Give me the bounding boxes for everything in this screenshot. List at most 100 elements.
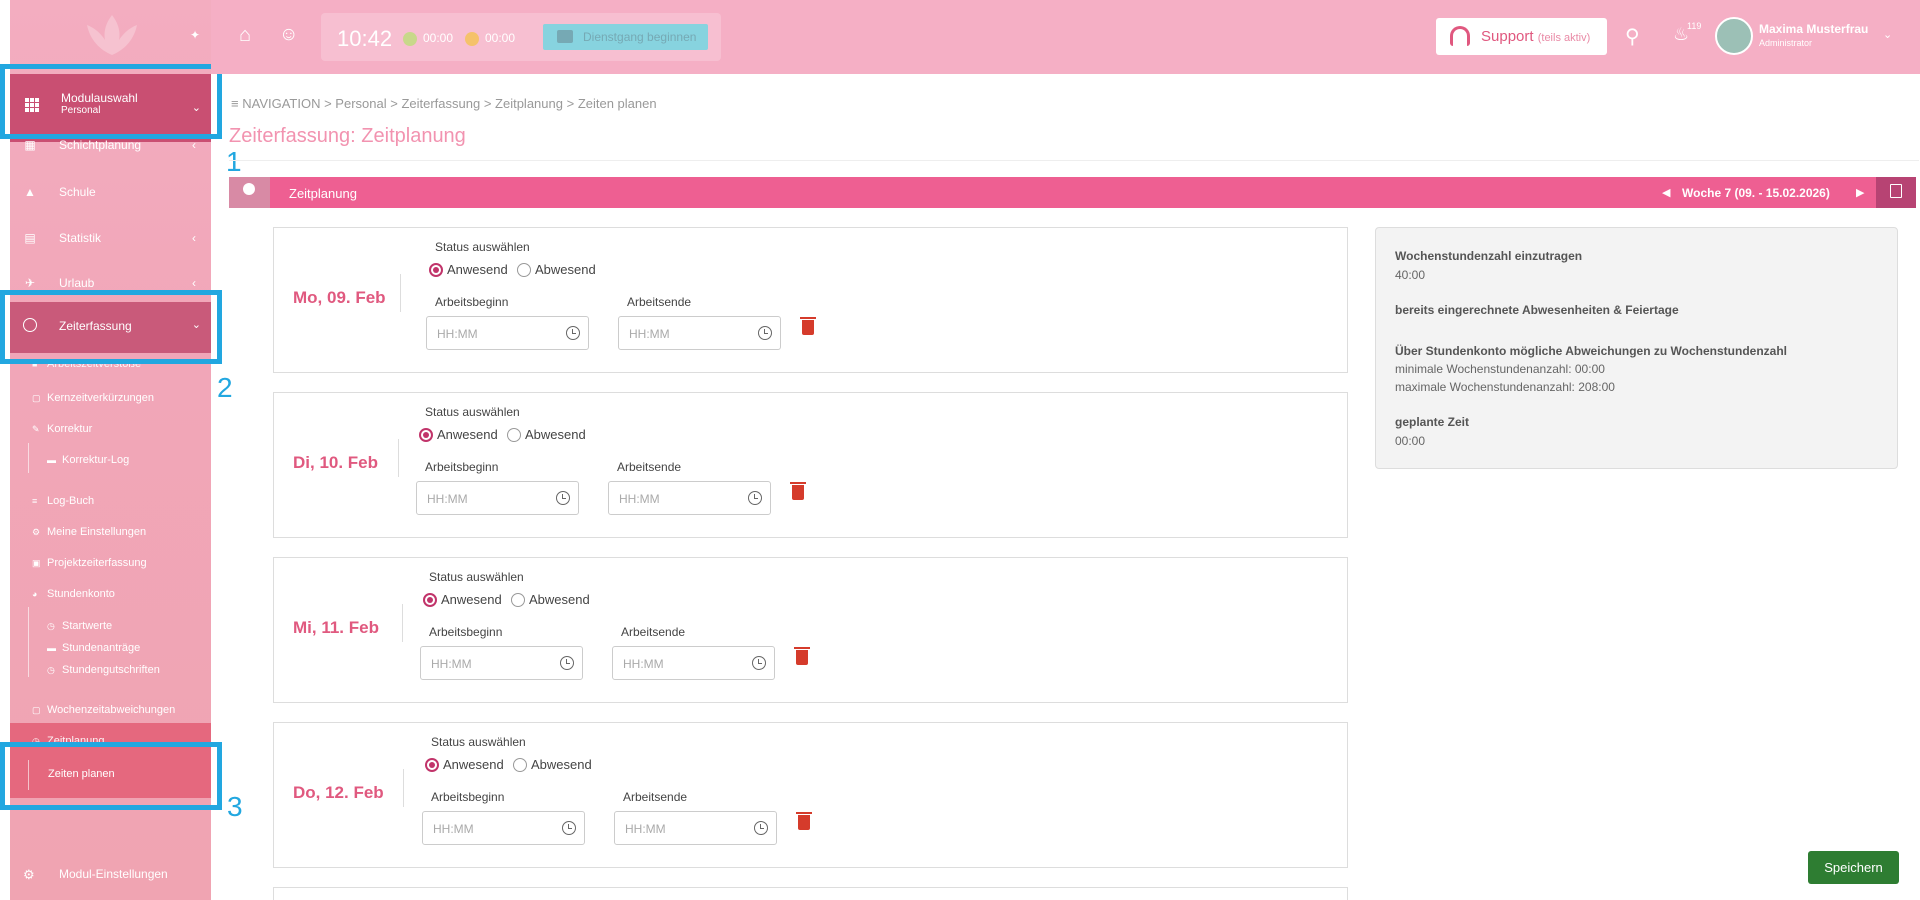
play-icon bbox=[403, 31, 417, 46]
sidebar-subitem[interactable]: ▣ Projektzeiterfassung bbox=[32, 557, 147, 569]
annotation-box-1 bbox=[0, 64, 222, 139]
divider bbox=[229, 160, 1919, 161]
clock-badge-icon: ◷ bbox=[47, 621, 55, 631]
page-title: Zeiterfassung: Zeitplanung bbox=[229, 125, 466, 147]
radio-checked-icon bbox=[423, 592, 437, 607]
sidebar-item-statistik[interactable]: ▤ Statistik ‹ bbox=[10, 223, 211, 253]
sidebar-item-label: Statistik bbox=[59, 231, 102, 245]
list-icon: ▬ bbox=[47, 455, 56, 465]
trash-icon[interactable] bbox=[800, 317, 816, 335]
gear-icon: ⚙ bbox=[23, 867, 35, 882]
search-icon[interactable]: ⚲ bbox=[1625, 24, 1640, 49]
trash-icon[interactable] bbox=[796, 812, 812, 830]
start-time-input[interactable]: HH:MM bbox=[416, 481, 579, 515]
radio-anwesend[interactable]: Anwesend bbox=[423, 592, 502, 608]
home-icon[interactable]: ⌂ bbox=[239, 24, 251, 47]
user-icon bbox=[229, 177, 270, 208]
placeholder: HH:MM bbox=[433, 822, 474, 836]
sidebar-subitem[interactable]: ✎ Korrektur bbox=[32, 423, 92, 435]
placeholder: HH:MM bbox=[629, 327, 670, 341]
avatar[interactable] bbox=[1715, 17, 1753, 55]
sidebar-item-schule[interactable]: ▲ Schule bbox=[10, 177, 211, 207]
pie-chart-icon: ◕ bbox=[32, 589, 38, 599]
info-value: minimale Wochenstundenanzahl: 00:00 bbox=[1395, 362, 1605, 376]
radio-unchecked-icon bbox=[511, 592, 525, 607]
info-value: 40:00 bbox=[1395, 268, 1426, 282]
radio-checked-icon bbox=[419, 427, 433, 442]
breadcrumb-item[interactable]: Zeitplanung bbox=[495, 96, 563, 111]
prev-week-icon[interactable]: ◀ bbox=[1662, 186, 1670, 199]
radio-abwesend[interactable]: Abwesend bbox=[517, 262, 596, 278]
trash-icon[interactable] bbox=[790, 482, 806, 500]
pause-timer[interactable]: 00:00 bbox=[465, 31, 515, 46]
breadcrumb-item[interactable]: Zeiterfassung bbox=[401, 96, 480, 111]
sidebar-subitem-label: Wochenzeitabweichungen bbox=[47, 704, 176, 716]
sidebar-subitem[interactable]: ◷ Startwerte bbox=[47, 620, 112, 632]
sidebar-subitem-label: Stundengutschriften bbox=[62, 664, 160, 676]
radio-abwesend[interactable]: Abwesend bbox=[511, 592, 590, 608]
radio-unchecked-icon bbox=[507, 427, 521, 442]
save-button[interactable]: Speichern bbox=[1808, 851, 1899, 884]
end-time-input[interactable]: HH:MM bbox=[614, 811, 777, 845]
support-button[interactable]: Support (teils aktiv) bbox=[1436, 18, 1607, 55]
end-time-input[interactable]: HH:MM bbox=[612, 646, 775, 680]
clock-badge-icon: ◷ bbox=[47, 665, 55, 675]
notification-count: 119 bbox=[1687, 21, 1702, 31]
chevron-down-icon[interactable]: ⌄ bbox=[1883, 28, 1892, 41]
dienstgang-label: Dienstgang beginnen bbox=[583, 30, 697, 44]
calendar-icon: ▢ bbox=[32, 393, 41, 403]
chevron-left-icon: ‹ bbox=[192, 138, 196, 152]
work-timer[interactable]: 00:00 bbox=[403, 31, 453, 46]
plane-icon: ✈ bbox=[24, 276, 36, 290]
radio-anwesend[interactable]: Anwesend bbox=[429, 262, 508, 278]
breadcrumb-root[interactable]: NAVIGATION bbox=[242, 96, 320, 111]
placeholder: HH:MM bbox=[431, 657, 472, 671]
radio-anwesend[interactable]: Anwesend bbox=[425, 757, 504, 773]
sidebar-item-modul-einstellungen[interactable]: ⚙ Modul-Einstellungen bbox=[10, 855, 211, 891]
sidebar-subitem-label: Stundenanträge bbox=[62, 642, 141, 654]
radio-abwesend[interactable]: Abwesend bbox=[513, 757, 592, 773]
calendar-icon: ▢ bbox=[32, 705, 41, 715]
clock-icon bbox=[566, 326, 580, 340]
smiley-icon[interactable]: ☺ bbox=[279, 24, 298, 46]
user-name[interactable]: Maxima Musterfrau bbox=[1759, 22, 1868, 36]
info-value: 00:00 bbox=[1395, 434, 1426, 448]
clock-icon bbox=[556, 491, 570, 505]
end-time-input[interactable]: HH:MM bbox=[618, 316, 781, 350]
sidebar-subitem-label: Kernzeitverkürzungen bbox=[47, 392, 155, 404]
sidebar-subitem[interactable]: ⚙ Meine Einstellungen bbox=[32, 526, 146, 538]
radio-anwesend[interactable]: Anwesend bbox=[419, 427, 498, 443]
divider bbox=[403, 769, 404, 807]
radio-unchecked-icon bbox=[517, 262, 531, 277]
dienstgang-button[interactable]: Dienstgang beginnen bbox=[543, 24, 708, 50]
clock-icon bbox=[752, 656, 766, 670]
start-time-input[interactable]: HH:MM bbox=[420, 646, 583, 680]
breadcrumb-item[interactable]: Personal bbox=[335, 96, 386, 111]
sidebar-subitem[interactable]: ≡ Log-Buch bbox=[32, 495, 94, 507]
pin-icon[interactable]: ✦ bbox=[190, 28, 200, 42]
start-time-input[interactable]: HH:MM bbox=[426, 316, 589, 350]
sidebar-subitem[interactable]: ▢ Kernzeitverkürzungen bbox=[32, 392, 154, 404]
annotation-box-3 bbox=[0, 742, 222, 810]
divider bbox=[402, 604, 403, 642]
week-label: Woche 7 (09. - 15.02.2026) bbox=[1682, 186, 1830, 200]
gear-icon: ⚙ bbox=[32, 527, 41, 537]
sidebar-subitem[interactable]: ◕ Stundenkonto bbox=[32, 588, 115, 600]
chevron-left-icon: ‹ bbox=[192, 231, 196, 245]
copy-icon bbox=[1890, 184, 1902, 198]
end-time-input[interactable]: HH:MM bbox=[608, 481, 771, 515]
info-heading: Über Stundenkonto mögliche Abweichungen … bbox=[1395, 344, 1788, 358]
sidebar-subitem-label: Stundenkonto bbox=[47, 588, 115, 600]
menu-icon[interactable]: ≡ bbox=[231, 96, 239, 111]
user-head-icon bbox=[243, 183, 255, 195]
panel-title: Zeitplanung bbox=[289, 186, 357, 201]
next-week-icon[interactable]: ▶ bbox=[1856, 186, 1864, 199]
copy-button[interactable] bbox=[1876, 177, 1916, 208]
sidebar-subitem[interactable]: ▬ Stundenanträge bbox=[47, 642, 140, 654]
sidebar-subitem[interactable]: ▬ Korrektur-Log bbox=[47, 454, 129, 466]
start-time-input[interactable]: HH:MM bbox=[422, 811, 585, 845]
sidebar-subitem[interactable]: ◷ Stundengutschriften bbox=[47, 664, 160, 676]
trash-icon[interactable] bbox=[794, 647, 810, 665]
radio-abwesend[interactable]: Abwesend bbox=[507, 427, 586, 443]
sidebar-subitem[interactable]: ▢ Wochenzeitabweichungen bbox=[32, 704, 175, 716]
